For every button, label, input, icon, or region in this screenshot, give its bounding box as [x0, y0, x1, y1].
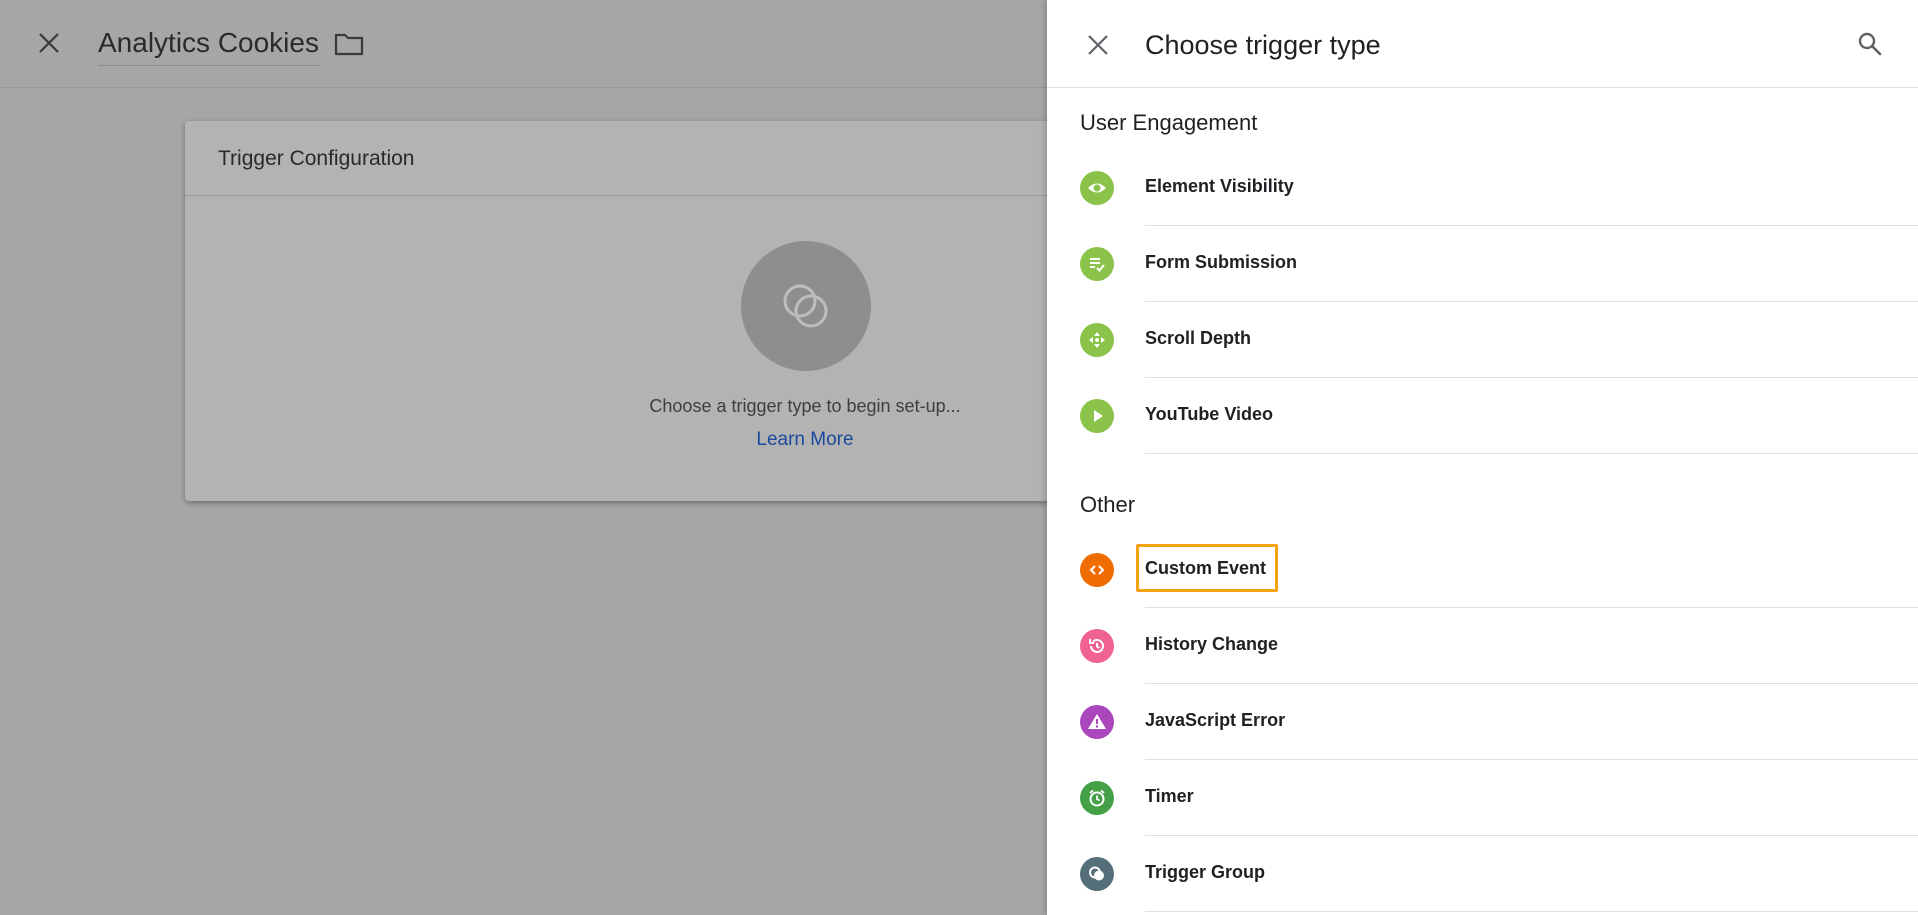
card-title: Trigger Configuration: [185, 121, 1065, 196]
trigger-item-label: YouTube Video: [1145, 404, 1274, 424]
trigger-item-timer[interactable]: Timer: [1047, 760, 1918, 836]
close-icon[interactable]: [34, 28, 64, 58]
trigger-item-label: Element Visibility: [1145, 176, 1294, 196]
code-brackets-icon: [1080, 553, 1114, 587]
eye-icon: [1080, 171, 1114, 205]
trigger-item-javascript-error[interactable]: JavaScript Error: [1047, 684, 1918, 760]
alarm-clock-icon: [1080, 781, 1114, 815]
trigger-item-label: Scroll Depth: [1145, 328, 1252, 348]
trigger-item-trigger-group[interactable]: Trigger Group: [1047, 836, 1918, 912]
scroll-arrows-icon: [1080, 323, 1114, 357]
trigger-item-label: Form Submission: [1145, 252, 1298, 272]
trigger-group-icon: [1080, 857, 1114, 891]
trigger-item-label: Timer: [1145, 786, 1194, 806]
trigger-item-element-visibility[interactable]: Element Visibility: [1047, 150, 1918, 226]
warning-icon: [1080, 705, 1114, 739]
trigger-item-custom-event[interactable]: Custom Event: [1047, 532, 1918, 608]
trigger-item-label: History Change: [1145, 634, 1279, 654]
choose-trigger-drawer: Choose trigger type User Engagement Elem…: [1047, 0, 1918, 915]
form-check-icon: [1080, 247, 1114, 281]
trigger-item-scroll-depth[interactable]: Scroll Depth: [1047, 302, 1918, 378]
learn-more-link[interactable]: Learn More: [185, 429, 1065, 451]
play-icon: [1080, 399, 1114, 433]
card-prompt: Choose a trigger type to begin set-up...: [649, 396, 961, 416]
trigger-item-youtube-video[interactable]: YouTube Video: [1047, 378, 1918, 454]
divider: [1145, 911, 1918, 912]
section-title-other: Other: [1080, 492, 1136, 517]
trigger-item-label: JavaScript Error: [1145, 710, 1286, 730]
search-icon[interactable]: [1854, 28, 1886, 60]
drawer-title: Choose trigger type: [1145, 30, 1381, 60]
trigger-item-label: Trigger Group: [1145, 862, 1266, 882]
trigger-item-form-submission[interactable]: Form Submission: [1047, 226, 1918, 302]
trigger-configuration-card[interactable]: Trigger Configuration Choose a trigger t…: [185, 121, 1065, 501]
section-title-user-engagement: User Engagement: [1080, 110, 1258, 135]
trigger-item-label: Custom Event: [1145, 558, 1267, 578]
history-icon: [1080, 629, 1114, 663]
divider: [1145, 453, 1918, 454]
trigger-item-history-change[interactable]: History Change: [1047, 608, 1918, 684]
drawer-close-icon[interactable]: [1083, 30, 1113, 60]
trigger-name-title[interactable]: Analytics Cookies: [98, 27, 319, 66]
folder-icon[interactable]: [334, 31, 364, 59]
trigger-placeholder-icon: [741, 241, 871, 371]
drawer-header: Choose trigger type: [1047, 0, 1918, 88]
